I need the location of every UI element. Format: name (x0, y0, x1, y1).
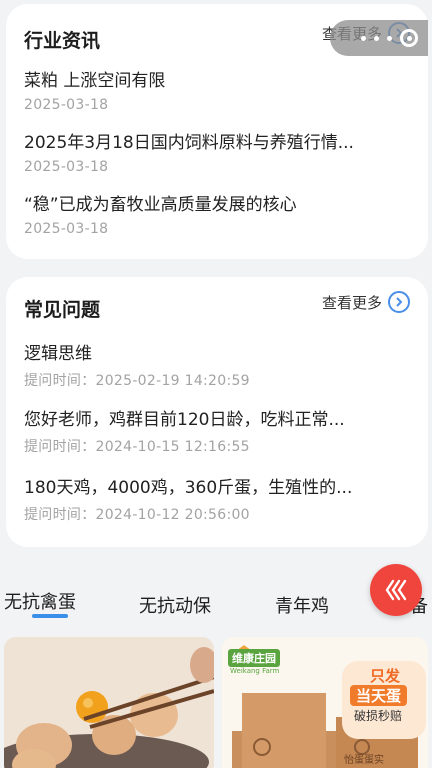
faq-item-title: 您好老师，鸡群目前120日龄，吃料正常... (24, 410, 345, 430)
faq-item-title: 逻辑思维 (24, 344, 92, 364)
promo-line-2: 当天蛋 (350, 685, 408, 706)
faq-view-more-label: 查看更多 (321, 293, 382, 312)
faq-time-label: 提问时间： (24, 373, 96, 389)
close-circle-icon[interactable] (400, 29, 418, 47)
box-label: 怡蛋蛋实 (344, 755, 384, 766)
news-item-title: 2025年3月18日国内饲料原料与养殖行情... (24, 133, 354, 153)
faq-item[interactable]: 逻辑思维 提问时间：2025-02-19 14:20:59 (24, 339, 412, 390)
floating-action-button[interactable] (370, 564, 422, 616)
more-dots-icon[interactable] (361, 35, 366, 41)
news-item[interactable]: “稳”已成为畜牧业高质量发展的核心 2025-03-18 (24, 190, 412, 237)
faq-time-label: 提问时间： (24, 439, 96, 455)
news-item-date: 2025-03-18 (24, 97, 109, 113)
news-item-title: “稳”已成为畜牧业高质量发展的核心 (24, 195, 297, 215)
news-section-title: 行业资讯 (24, 30, 101, 52)
industry-news-card: 行业资讯 查看更多 菜粕 上涨空间有限 2025-03-18 2025年3月18… (6, 4, 428, 259)
chevron-right-icon (388, 291, 410, 313)
egg-yolk-photo (4, 637, 214, 768)
category-tabs: 无抗禽蛋 无抗动保 青年鸡 备 (0, 582, 432, 622)
faq-section-title: 常见问题 (24, 299, 101, 321)
faq-time-label: 提问时间： (24, 507, 96, 523)
faq-view-more-button[interactable]: 查看更多 (322, 291, 410, 313)
news-item-title: 菜粕 上涨空间有限 (24, 71, 166, 91)
product-card[interactable] (4, 637, 214, 768)
active-tab-indicator (32, 614, 68, 618)
product-card[interactable]: 维康庄园 Weikang Farm 只发 当天蛋 破损秒赔 怡蛋蛋实 (222, 637, 428, 768)
wave-lines-icon (385, 579, 407, 601)
mini-program-capsule[interactable] (330, 20, 428, 56)
promo-line-3: 破损秒赔 (354, 709, 403, 723)
faq-item[interactable]: 180天鸡，4000鸡，360斤蛋，生殖性的... 提问时间：2024-10-1… (24, 473, 412, 524)
brand-logo-en: Weikang Farm (230, 667, 280, 675)
faq-item-time: 2024-10-15 12:16:55 (95, 439, 250, 455)
brand-logo: 维康庄园 (228, 649, 280, 667)
tab-no-antibiotic-animal-health[interactable]: 无抗动保 (139, 592, 211, 618)
faq-item-time: 2024-10-12 20:56:00 (95, 507, 250, 523)
tab-young-chickens[interactable]: 青年鸡 (275, 592, 329, 618)
news-item[interactable]: 菜粕 上涨空间有限 2025-03-18 (24, 66, 412, 113)
tab-no-antibiotic-eggs[interactable]: 无抗禽蛋 (4, 588, 76, 614)
faq-item-time: 2025-02-19 14:20:59 (95, 373, 250, 389)
news-item-date: 2025-03-18 (24, 159, 109, 175)
faq-item-title: 180天鸡，4000鸡，360斤蛋，生殖性的... (24, 478, 353, 498)
faq-item[interactable]: 您好老师，鸡群目前120日龄，吃料正常... 提问时间：2024-10-15 1… (24, 405, 412, 456)
news-item[interactable]: 2025年3月18日国内饲料原料与养殖行情... 2025-03-18 (24, 128, 412, 175)
news-item-date: 2025-03-18 (24, 221, 109, 237)
promo-line-1: 只发 (370, 667, 401, 685)
faq-card: 常见问题 查看更多 逻辑思维 提问时间：2025-02-19 14:20:59 … (6, 277, 428, 547)
